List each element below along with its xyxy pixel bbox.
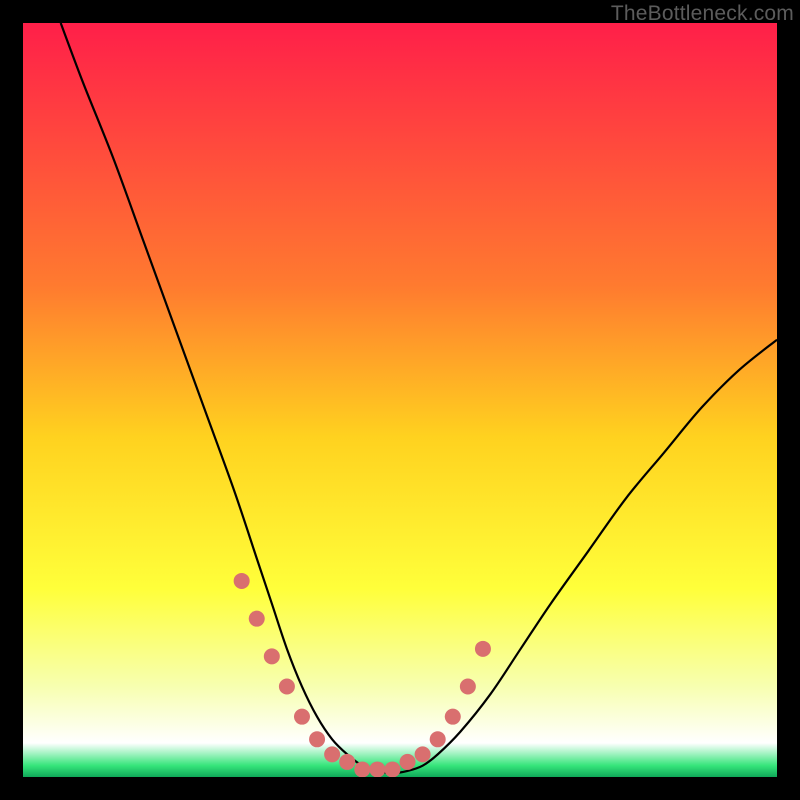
marker-dot [279, 679, 295, 695]
marker-dot [445, 709, 461, 725]
chart-frame [23, 23, 777, 777]
marker-dot [294, 709, 310, 725]
marker-dot [324, 746, 340, 762]
marker-dot [234, 573, 250, 589]
marker-dot [309, 731, 325, 747]
marker-dot [400, 754, 416, 770]
marker-dot [369, 761, 385, 777]
marker-dot [475, 641, 491, 657]
marker-dot [354, 761, 370, 777]
marker-dot [460, 679, 476, 695]
marker-dot [264, 648, 280, 664]
watermark-text: TheBottleneck.com [611, 2, 794, 26]
marker-dot [430, 731, 446, 747]
chart-background [23, 23, 777, 777]
bottleneck-chart [23, 23, 777, 777]
marker-dot [384, 761, 400, 777]
marker-dot [415, 746, 431, 762]
marker-dot [339, 754, 355, 770]
marker-dot [249, 611, 265, 627]
